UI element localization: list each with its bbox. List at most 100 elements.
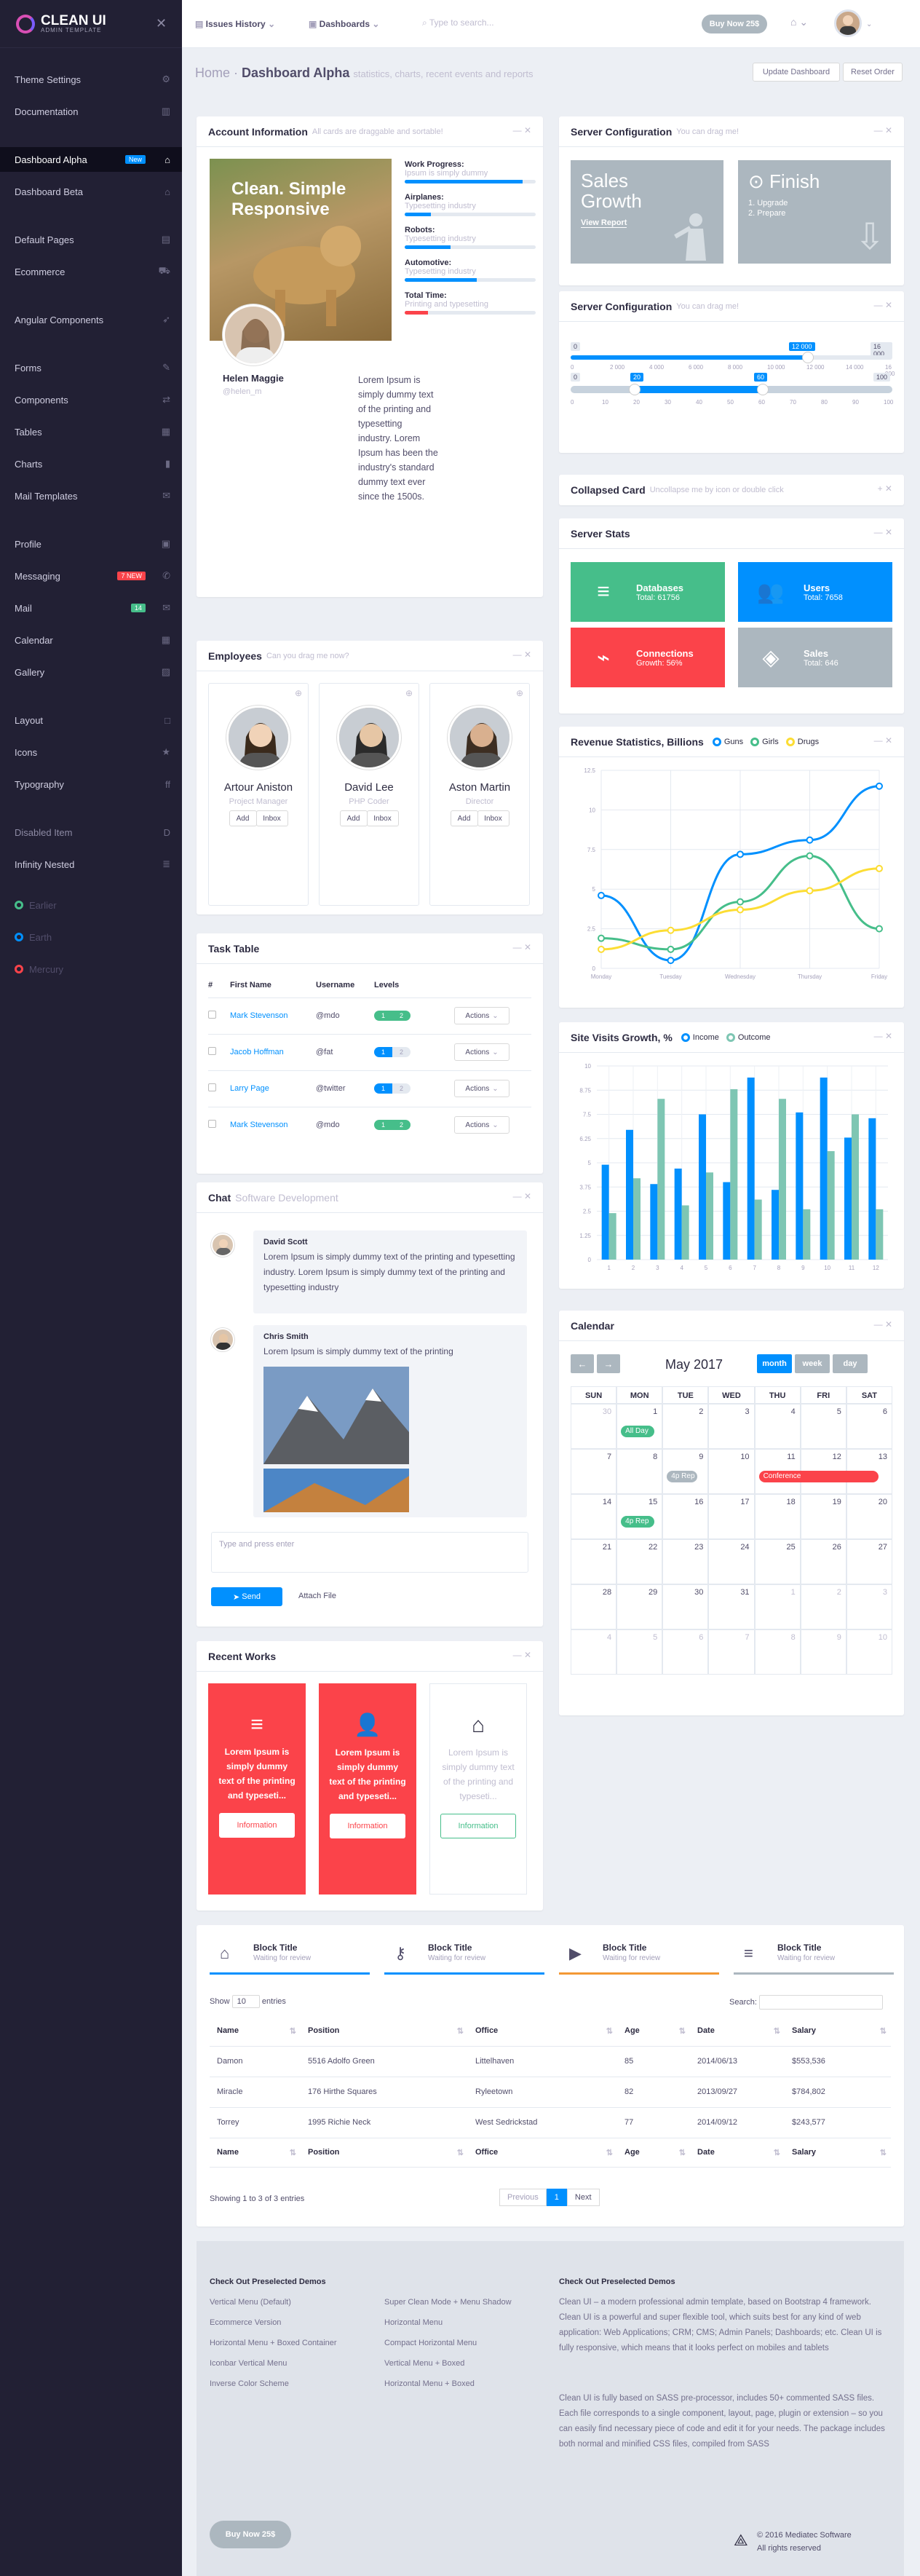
information-button[interactable]: Information: [440, 1814, 516, 1838]
sidebar-item-charts[interactable]: Charts ▮: [0, 451, 182, 476]
bar-income[interactable]: [699, 1114, 706, 1260]
bar-outcome[interactable]: [876, 1209, 884, 1260]
chevron-down-icon[interactable]: ⌄: [866, 20, 872, 28]
card-controls-icon[interactable]: — ✕: [874, 300, 892, 310]
work-tile[interactable]: ≡ Lorem Ipsum is simply dummy text of the…: [208, 1683, 306, 1895]
card-controls-icon[interactable]: — ✕: [874, 1319, 892, 1330]
card-controls-icon[interactable]: — ✕: [513, 1191, 531, 1201]
card-controls-icon[interactable]: — ✕: [513, 1650, 531, 1660]
table-search-input[interactable]: [758, 1995, 883, 2010]
row-checkbox[interactable]: [208, 1011, 216, 1019]
inbox-button[interactable]: Inbox: [366, 810, 399, 826]
actions-dropdown[interactable]: Actions ⌄: [454, 1080, 509, 1097]
data-point[interactable]: [876, 864, 883, 872]
sidebar-item-forms[interactable]: Forms ✎: [0, 355, 182, 380]
sidebar-status-item[interactable]: Mercury: [0, 957, 182, 981]
search-input[interactable]: ⌕ Type to search...: [422, 17, 494, 28]
bar-income[interactable]: [747, 1077, 755, 1260]
data-point[interactable]: [806, 852, 814, 860]
calendar-day[interactable]: 5: [800, 1404, 846, 1449]
next-page-button[interactable]: Next: [566, 2189, 600, 2206]
add-button[interactable]: Add: [450, 810, 478, 826]
bar-outcome[interactable]: [657, 1099, 665, 1260]
sidebar-item-layout[interactable]: Layout □: [0, 708, 182, 732]
data-point[interactable]: [806, 887, 814, 895]
prev-page-button[interactable]: Previous: [499, 2189, 547, 2206]
sortable-header[interactable]: Age ⇅: [617, 2138, 690, 2167]
bar-income[interactable]: [796, 1112, 804, 1260]
footer-link[interactable]: Horizontal Menu + Boxed: [384, 2374, 512, 2394]
card-controls-icon[interactable]: — ✕: [874, 1031, 892, 1041]
sortable-header[interactable]: Age ⇅: [617, 2017, 690, 2046]
calendar-day[interactable]: 10: [846, 1629, 892, 1675]
bar-income[interactable]: [868, 1118, 876, 1260]
calendar-event[interactable]: 4p Rep: [667, 1471, 698, 1482]
card-controls-icon[interactable]: — ✕: [513, 125, 531, 135]
view-report-link[interactable]: View Report: [581, 218, 627, 228]
sidebar-item-components[interactable]: Components ⇄: [0, 387, 182, 412]
bar-income[interactable]: [650, 1184, 658, 1260]
buy-now-button[interactable]: Buy Now 25$: [702, 15, 767, 33]
calendar-day[interactable]: 19: [800, 1494, 846, 1539]
bar-income[interactable]: [723, 1182, 731, 1260]
calendar-event[interactable]: All Day: [621, 1426, 655, 1437]
slider-handle[interactable]: [802, 352, 814, 363]
finish-tile[interactable]: ⊙ Finish 1. Upgrade 2. Prepare ⇩: [738, 160, 891, 264]
task-name-link[interactable]: Jacob Hoffman: [230, 1034, 316, 1070]
calendar-day[interactable]: 3: [708, 1404, 755, 1449]
sortable-header[interactable]: Name ⇅: [210, 2017, 301, 2046]
bar-outcome[interactable]: [730, 1089, 738, 1260]
calendar-day[interactable]: 1: [754, 1584, 801, 1629]
calendar-day[interactable]: 4: [571, 1629, 617, 1675]
sidebar-item-tables[interactable]: Tables ▦: [0, 419, 182, 444]
add-button[interactable]: Add: [229, 810, 257, 826]
sidebar-item-angular-components[interactable]: Angular Components ➶: [0, 307, 182, 332]
bar-outcome[interactable]: [633, 1178, 641, 1260]
calendar-day[interactable]: 30: [571, 1404, 617, 1449]
calendar-day[interactable]: 2: [800, 1584, 846, 1629]
sidebar-item-documentation[interactable]: Documentation ▥: [0, 99, 182, 124]
data-point[interactable]: [667, 945, 675, 953]
calendar-day[interactable]: 25: [754, 1539, 801, 1584]
sortable-header[interactable]: Office ⇅: [468, 2138, 617, 2167]
sidebar-item-messaging[interactable]: Messaging 7 NEW ✆: [0, 564, 182, 588]
actions-dropdown[interactable]: Actions ⌄: [454, 1116, 509, 1134]
slider2-handle-low[interactable]: [629, 384, 641, 395]
calendar-day[interactable]: 6: [662, 1629, 709, 1675]
calendar-day[interactable]: 31: [708, 1584, 755, 1629]
sidebar-item-mail-templates[interactable]: Mail Templates ✉: [0, 483, 182, 508]
sidebar-status-item[interactable]: Earth: [0, 925, 182, 949]
calendar-day[interactable]: 9: [800, 1629, 846, 1675]
home-icon[interactable]: ⌂ ⌄: [790, 16, 808, 28]
calendar-event[interactable]: 4p Rep: [621, 1516, 655, 1528]
sidebar-item-gallery[interactable]: Gallery ▨: [0, 660, 182, 684]
calendar-day[interactable]: 28: [571, 1584, 617, 1629]
calendar-day[interactable]: 6: [846, 1404, 892, 1449]
calendar-day[interactable]: 21: [571, 1539, 617, 1584]
inbox-button[interactable]: Inbox: [255, 810, 288, 826]
data-point[interactable]: [876, 925, 883, 933]
block-tab[interactable]: ⌂ Block Title Waiting for review: [210, 1938, 370, 1975]
breadcrumb-home[interactable]: Home: [195, 66, 230, 80]
dashboards-menu[interactable]: ▣ Dashboards ⌄: [309, 19, 379, 29]
card-controls-icon[interactable]: — ✕: [874, 527, 892, 537]
bar-income[interactable]: [601, 1164, 609, 1260]
logo[interactable]: CLEAN UI ADMIN TEMPLATE: [0, 0, 182, 48]
data-point[interactable]: [598, 945, 605, 953]
sidebar-status-item[interactable]: Earlier: [0, 893, 182, 917]
data-point[interactable]: [598, 934, 605, 942]
task-name-link[interactable]: Mark Stevenson: [230, 1107, 316, 1143]
calendar-day[interactable]: 10: [708, 1449, 755, 1494]
block-tab[interactable]: ▶ Block Title Waiting for review: [559, 1938, 719, 1975]
bar-outcome[interactable]: [754, 1199, 762, 1260]
card-controls-icon[interactable]: — ✕: [513, 649, 531, 660]
information-button[interactable]: Information: [219, 1813, 295, 1838]
bar-outcome[interactable]: [681, 1205, 689, 1260]
actions-dropdown[interactable]: Actions ⌄: [454, 1043, 509, 1061]
row-checkbox[interactable]: [208, 1120, 216, 1129]
calendar-view-week[interactable]: week: [795, 1354, 830, 1373]
sidebar-item-ecommerce[interactable]: Ecommerce ⛟: [0, 259, 182, 284]
inbox-button[interactable]: Inbox: [477, 810, 509, 826]
calendar-event[interactable]: Conference: [758, 1471, 879, 1482]
card-controls-icon[interactable]: + ✕: [878, 483, 892, 494]
